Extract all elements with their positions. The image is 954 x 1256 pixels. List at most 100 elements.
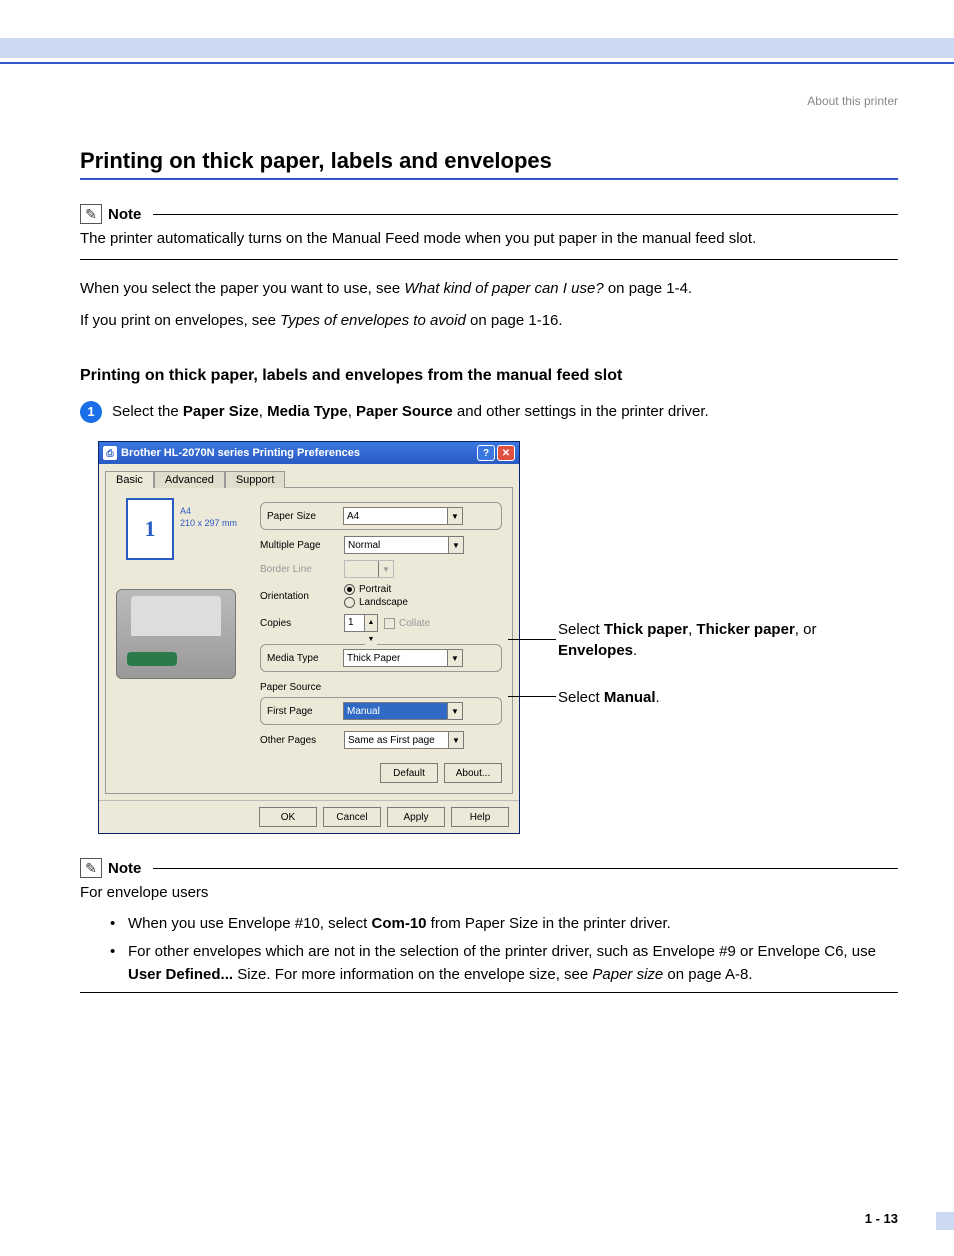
radio-icon: [344, 597, 355, 608]
header-blue-bar: [0, 38, 954, 58]
text: on page A-8.: [663, 966, 752, 983]
text: Size. For more information on the envelo…: [233, 966, 592, 983]
callout-paper-source: Select Manual.: [558, 687, 660, 708]
orientation-label: Orientation: [260, 591, 338, 602]
tab-advanced[interactable]: Advanced: [154, 471, 225, 488]
help-button[interactable]: Help: [451, 807, 509, 827]
link-text: Paper size: [592, 966, 663, 983]
copies-label: Copies: [260, 618, 338, 629]
media-type-group: Media Type Thick Paper▼: [260, 644, 502, 672]
bullet-2: For other envelopes which are not in the…: [110, 941, 898, 986]
ok-button[interactable]: OK: [259, 807, 317, 827]
chevron-down-icon: ▼: [448, 537, 463, 553]
radio-label: Portrait: [359, 584, 391, 595]
inner-button-row: Default About...: [260, 763, 502, 783]
bullet-1: When you use Envelope #10, select Com-10…: [110, 913, 898, 936]
combo-value: Normal: [348, 540, 380, 551]
dialog-titlebar: ⎙ Brother HL-2070N series Printing Prefe…: [99, 442, 519, 464]
dialog-panel: 1 A4 210 x 297 mm Paper Size A4▼ Mult: [105, 487, 513, 794]
callout-line: [508, 696, 556, 697]
landscape-radio-row[interactable]: Landscape: [344, 597, 408, 608]
note-end-rule-1: [80, 259, 898, 260]
multiple-page-combo[interactable]: Normal ▼: [344, 536, 464, 554]
footer-corner-mark: [936, 1212, 954, 1230]
note-icon: [80, 204, 102, 224]
dialog-button-row: OK Cancel Apply Help: [99, 800, 519, 833]
combo-value: Manual: [347, 706, 380, 717]
text: ,: [259, 403, 267, 420]
bold-text: Manual: [604, 689, 656, 706]
text: If you print on envelopes, see: [80, 312, 280, 329]
note-label: Note: [108, 206, 141, 223]
paper-size-text: A4: [180, 506, 191, 516]
note-label: Note: [108, 860, 141, 877]
text: Select: [558, 621, 604, 638]
bold-text: Envelopes: [558, 642, 633, 659]
other-pages-label: Other Pages: [260, 735, 338, 746]
paper-source-label: Paper Source: [260, 682, 502, 693]
portrait-radio-row[interactable]: Portrait: [344, 584, 408, 595]
chevron-down-icon: ▼: [378, 561, 393, 577]
tab-basic[interactable]: Basic: [105, 471, 154, 488]
checkbox-icon: [384, 618, 395, 629]
about-button[interactable]: About...: [444, 763, 502, 783]
note-rule: [153, 214, 898, 215]
bold-text: Paper Source: [356, 403, 453, 420]
paper-size-group: Paper Size A4▼: [260, 502, 502, 530]
bold-text: Media Type: [267, 403, 348, 420]
copies-spinner[interactable]: 1▲▼: [344, 614, 378, 632]
default-button[interactable]: Default: [380, 763, 438, 783]
text: ,: [348, 403, 356, 420]
apply-button[interactable]: Apply: [387, 807, 445, 827]
callout-media-type: Select Thick paper, Thicker paper, or En…: [558, 619, 868, 661]
cancel-button[interactable]: Cancel: [323, 807, 381, 827]
top-margin: [0, 0, 954, 38]
collate-checkbox: Collate: [384, 618, 430, 629]
radio-icon: [344, 584, 355, 595]
spinner-value: 1: [348, 617, 354, 628]
multiple-page-label: Multiple Page: [260, 540, 338, 551]
spinner-up-icon[interactable]: ▲: [365, 615, 377, 632]
dialog-tabs: Basic Advanced Support: [99, 464, 519, 487]
combo-value: Same as First page: [348, 735, 435, 746]
page-number: 1 - 13: [865, 1211, 898, 1226]
text: Select: [558, 689, 604, 706]
panel-right: Paper Size A4▼ Multiple Page Normal▼ Bor…: [260, 498, 502, 783]
paper-dims-text: 210 x 297 mm: [180, 518, 237, 528]
dialog-with-callouts: ⎙ Brother HL-2070N series Printing Prefe…: [98, 441, 898, 834]
titlebar-close-button[interactable]: ✕: [497, 445, 515, 461]
text: on page 1-16.: [466, 312, 563, 329]
section-underline: [80, 178, 898, 180]
bold-text: Thicker paper: [696, 621, 794, 638]
text: , or: [795, 621, 817, 638]
titlebar-help-button[interactable]: ?: [477, 445, 495, 461]
dialog-title: Brother HL-2070N series Printing Prefere…: [121, 447, 360, 459]
other-pages-combo[interactable]: Same as First page ▼: [344, 731, 464, 749]
media-type-combo[interactable]: Thick Paper▼: [343, 649, 463, 667]
page-content: About this printer 1 Printing on thick p…: [0, 64, 954, 993]
note-header-2: Note: [80, 858, 898, 878]
note-bullets: When you use Envelope #10, select Com-10…: [110, 913, 898, 987]
other-pages-row: Other Pages Same as First page ▼: [260, 731, 502, 749]
step-text: Select the Paper Size, Media Type, Paper…: [112, 401, 709, 424]
combo-value: Thick Paper: [347, 653, 400, 664]
bold-text: User Defined...: [128, 966, 233, 983]
link-text: What kind of paper can I use?: [404, 280, 603, 297]
media-type-label: Media Type: [267, 653, 339, 664]
text: and other settings in the printer driver…: [453, 403, 709, 420]
note-icon: [80, 858, 102, 878]
note-end-rule-2: [80, 992, 898, 993]
tab-support[interactable]: Support: [225, 471, 286, 488]
chevron-down-icon: ▼: [447, 508, 462, 524]
orientation-row: Orientation Portrait Landscape: [260, 584, 502, 608]
first-page-group: First Page Manual▼: [260, 697, 502, 725]
text: For other envelopes which are not in the…: [128, 943, 876, 960]
paper-preview: 1: [126, 498, 174, 560]
paper-size-combo[interactable]: A4▼: [343, 507, 463, 525]
first-page-combo[interactable]: Manual▼: [343, 702, 463, 720]
paper-info: A4 210 x 297 mm: [180, 506, 246, 529]
printing-preferences-dialog: ⎙ Brother HL-2070N series Printing Prefe…: [98, 441, 520, 834]
bold-text: Thick paper: [604, 621, 688, 638]
spinner-down-icon[interactable]: ▼: [365, 632, 377, 648]
chevron-down-icon: ▼: [448, 732, 463, 748]
